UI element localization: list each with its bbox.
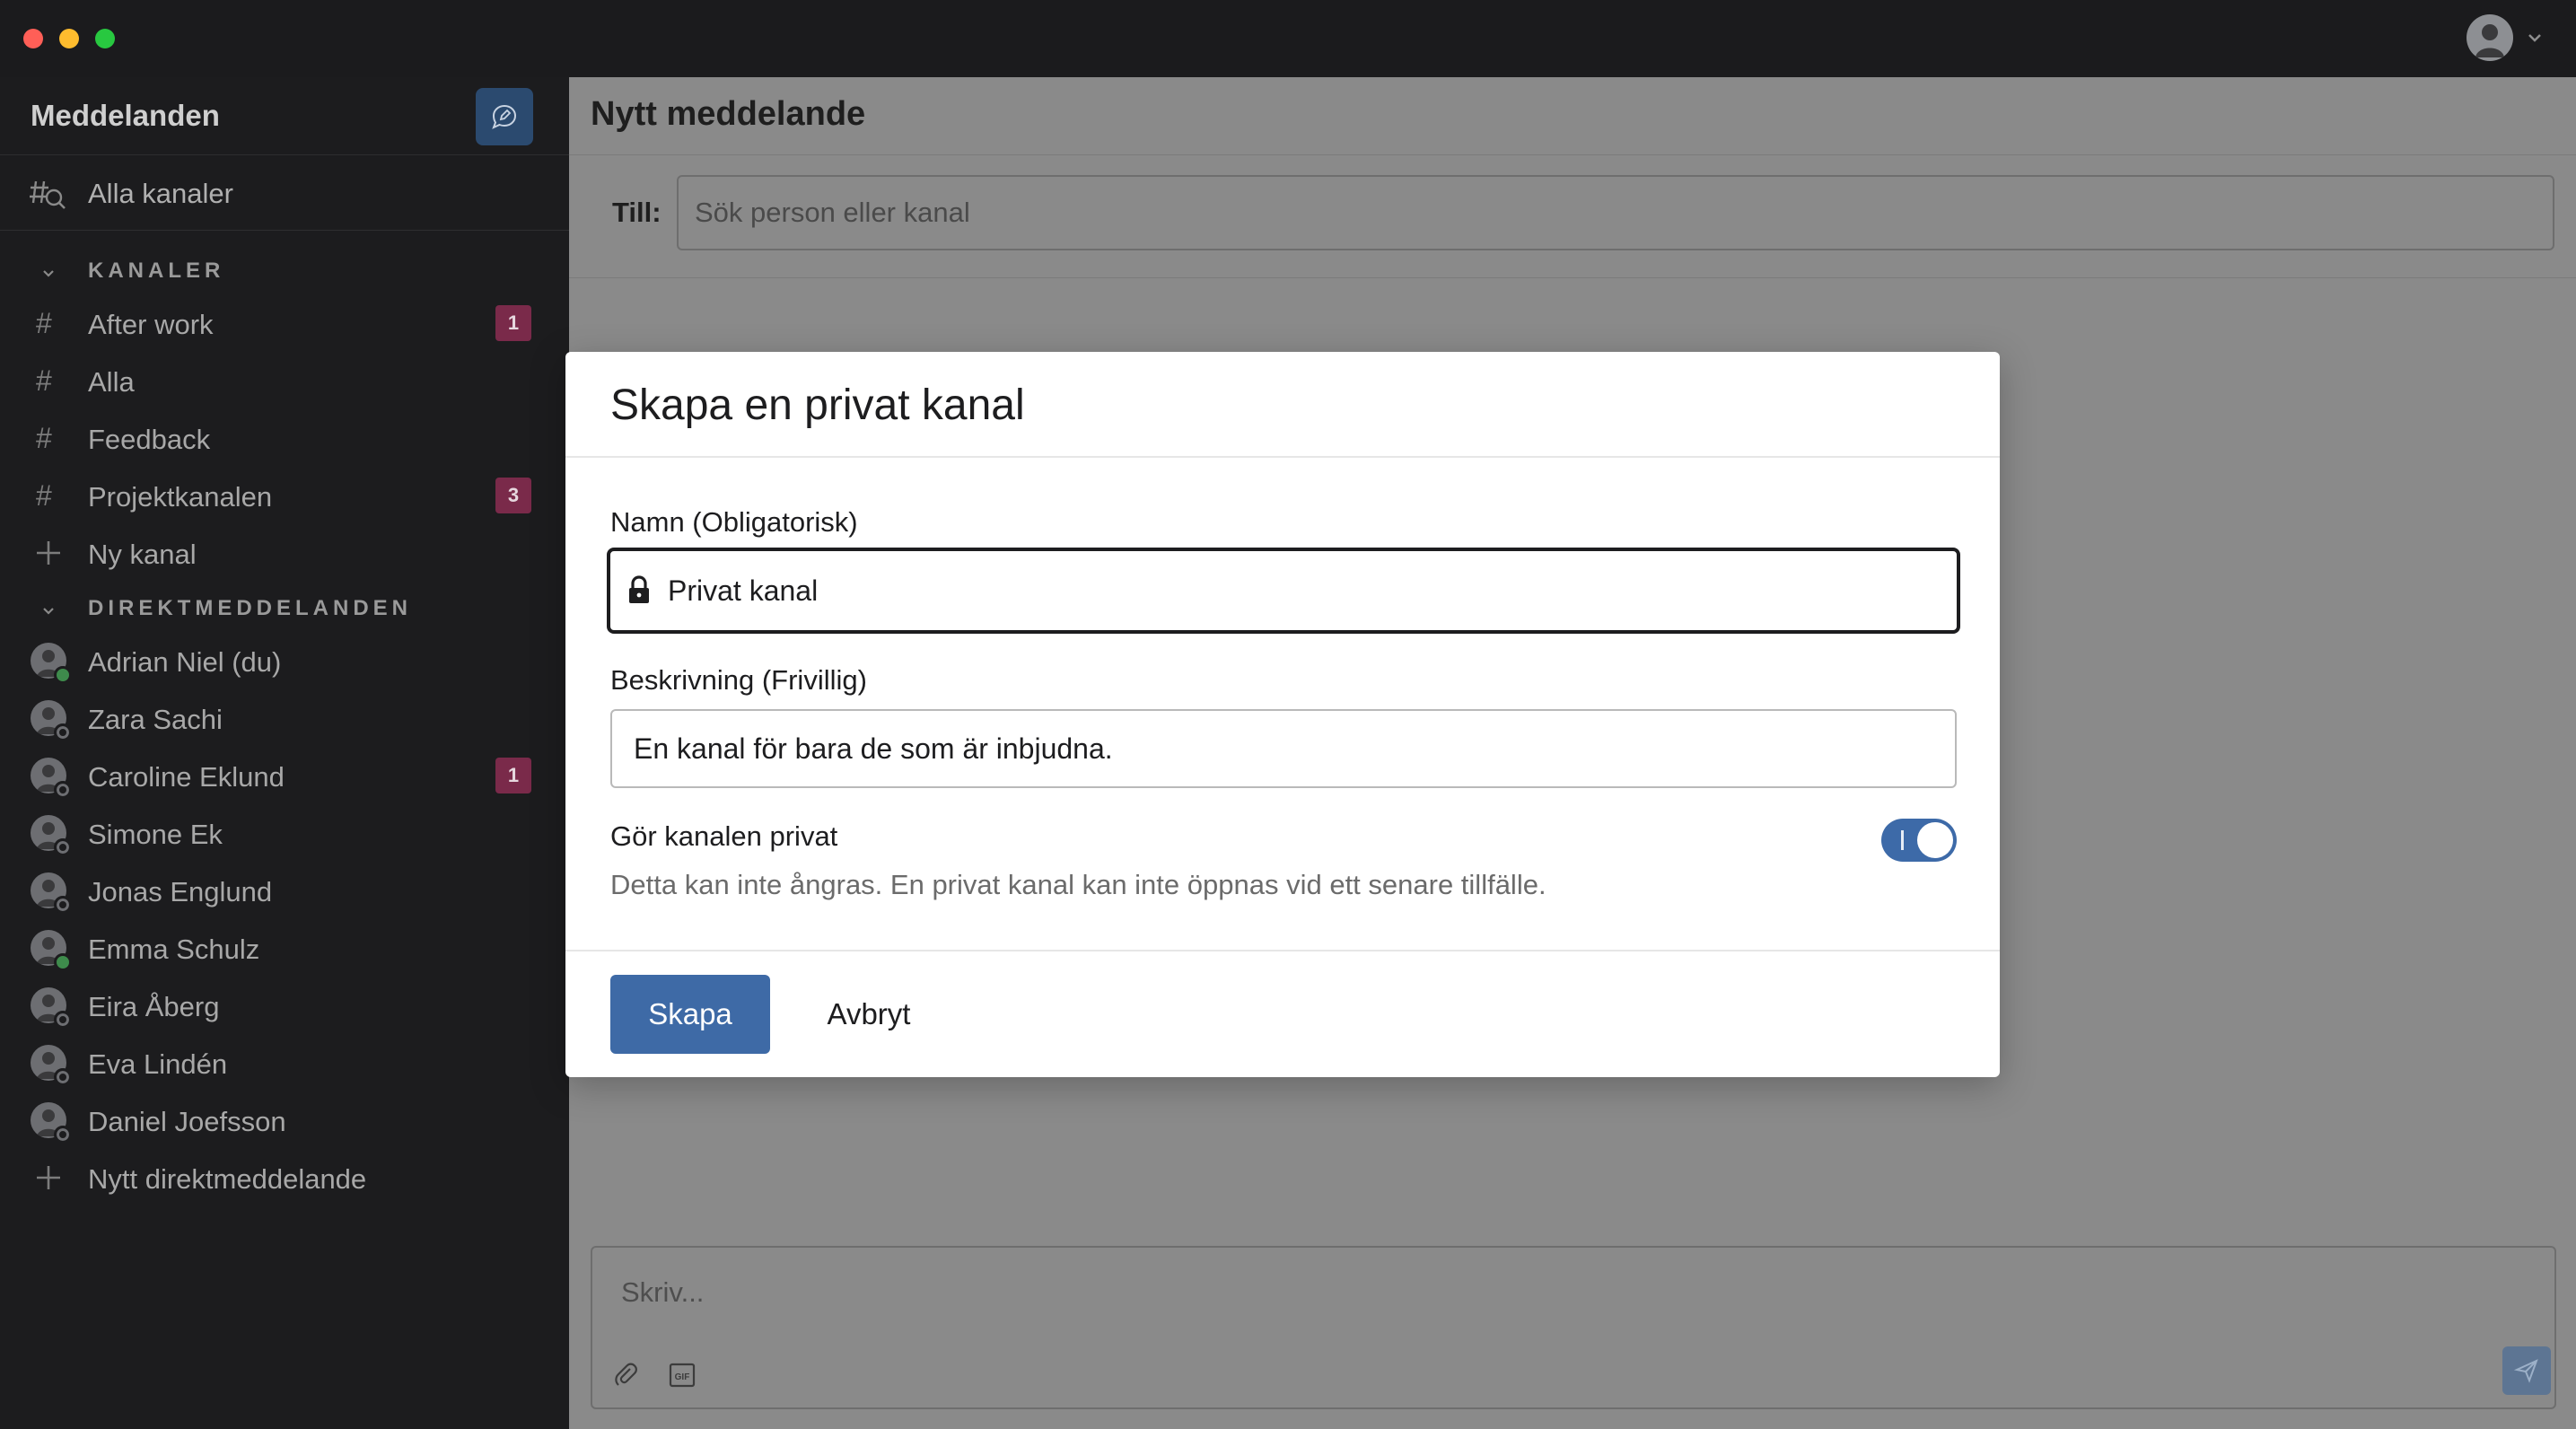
dialog-footer-divider bbox=[565, 950, 2000, 951]
status-indicator bbox=[54, 666, 72, 684]
dm-heading: DIREKTMEDDELANDEN bbox=[88, 596, 412, 620]
dm-label: Emma Schulz bbox=[88, 934, 260, 965]
hash-icon: # bbox=[36, 364, 52, 397]
composer-placeholder: Skriv... bbox=[621, 1276, 705, 1308]
compose-icon bbox=[492, 104, 517, 129]
page-title: Nytt meddelande bbox=[591, 95, 866, 133]
sidebar: Meddelanden Alla kanaler KANALER # After… bbox=[0, 77, 569, 1429]
new-channel-button[interactable]: Ny kanal bbox=[0, 524, 569, 582]
channel-name-field[interactable]: Privat kanal bbox=[607, 548, 1960, 634]
dm-item[interactable]: Eira Åberg bbox=[0, 977, 569, 1034]
sidebar-header: Meddelanden bbox=[0, 77, 569, 155]
status-indicator bbox=[54, 1068, 72, 1086]
channel-name-value: Privat kanal bbox=[668, 574, 819, 607]
hash-icon: # bbox=[36, 307, 52, 339]
close-window-button[interactable] bbox=[23, 29, 43, 48]
dm-label: Simone Ek bbox=[88, 819, 223, 850]
dialog-header: Skapa en privat kanal bbox=[565, 352, 2000, 458]
maximize-window-button[interactable] bbox=[95, 29, 115, 48]
private-help-text: Detta kan inte ångras. En privat kanal k… bbox=[610, 869, 1546, 900]
channel-item[interactable]: # After work 1 bbox=[0, 294, 569, 352]
create-button[interactable]: Skapa bbox=[610, 975, 770, 1054]
channel-search-icon bbox=[30, 180, 66, 209]
lock-icon bbox=[629, 575, 649, 603]
hash-icon: # bbox=[36, 479, 52, 512]
compose-button[interactable] bbox=[476, 88, 533, 145]
dm-item[interactable]: Daniel Joefsson bbox=[0, 1091, 569, 1149]
dm-label: Caroline Eklund bbox=[88, 761, 285, 793]
send-button[interactable] bbox=[2502, 1346, 2551, 1395]
dm-item[interactable]: Emma Schulz bbox=[0, 919, 569, 977]
unread-badge: 3 bbox=[495, 478, 531, 513]
dialog-title: Skapa en privat kanal bbox=[610, 381, 1025, 429]
minimize-window-button[interactable] bbox=[59, 29, 79, 48]
recipient-label: Till: bbox=[612, 197, 662, 228]
status-indicator bbox=[54, 1011, 72, 1029]
dm-label: Jonas Englund bbox=[88, 876, 273, 907]
unread-badge: 1 bbox=[495, 305, 531, 341]
channel-item[interactable]: # Feedback bbox=[0, 409, 569, 467]
new-channel-label: Ny kanal bbox=[88, 539, 197, 570]
dm-section-header[interactable]: DIREKTMEDDELANDEN bbox=[0, 591, 569, 627]
dm-item[interactable]: Jonas Englund bbox=[0, 862, 569, 919]
channel-label: Alla bbox=[88, 366, 135, 398]
dm-label: Adrian Niel (du) bbox=[88, 646, 282, 678]
private-toggle[interactable] bbox=[1881, 819, 1957, 862]
recipient-row: Till: Sök person eller kanal bbox=[569, 155, 2576, 278]
channels-heading: KANALER bbox=[88, 259, 225, 283]
create-private-channel-dialog: Skapa en privat kanal Namn (Obligatorisk… bbox=[565, 352, 2000, 1077]
toggle-on-mark bbox=[1901, 830, 1904, 850]
channel-label: After work bbox=[88, 309, 214, 340]
unread-badge: 1 bbox=[495, 758, 531, 793]
main-header: Nytt meddelande bbox=[569, 77, 2576, 155]
sidebar-title: Meddelanden bbox=[31, 99, 220, 132]
dm-item[interactable]: Adrian Niel (du) bbox=[0, 632, 569, 689]
channel-item[interactable]: # Alla bbox=[0, 352, 569, 409]
status-indicator bbox=[54, 1126, 72, 1144]
plus-icon bbox=[37, 1166, 60, 1189]
hash-icon: # bbox=[36, 422, 52, 454]
all-channels-label: Alla kanaler bbox=[88, 178, 233, 209]
all-channels-link[interactable]: Alla kanaler bbox=[0, 154, 569, 231]
channels-section-header[interactable]: KANALER bbox=[0, 253, 569, 289]
paperclip-icon[interactable] bbox=[612, 1361, 641, 1390]
dm-item[interactable]: Simone Ek bbox=[0, 804, 569, 862]
channel-label: Feedback bbox=[88, 424, 211, 455]
channel-label: Projektkanalen bbox=[88, 481, 273, 513]
svg-text:GIF: GIF bbox=[675, 1372, 690, 1382]
chevron-down-icon[interactable] bbox=[2524, 27, 2545, 48]
chevron-down-icon bbox=[43, 270, 54, 277]
gif-icon[interactable]: GIF bbox=[668, 1361, 697, 1390]
status-indicator bbox=[54, 953, 72, 971]
channel-description-field[interactable]: En kanal för bara de som är inbjudna. bbox=[610, 709, 1957, 788]
user-avatar[interactable] bbox=[2466, 14, 2513, 61]
send-icon bbox=[2514, 1359, 2538, 1383]
status-indicator bbox=[54, 781, 72, 799]
message-composer[interactable]: Skriv... GIF bbox=[591, 1246, 2556, 1409]
name-field-label: Namn (Obligatorisk) bbox=[610, 506, 858, 538]
dm-label: Daniel Joefsson bbox=[88, 1106, 286, 1137]
status-indicator bbox=[54, 838, 72, 856]
recipient-search-input[interactable]: Sök person eller kanal bbox=[677, 175, 2554, 250]
toggle-knob bbox=[1917, 822, 1953, 858]
description-field-label: Beskrivning (Frivillig) bbox=[610, 664, 867, 696]
new-dm-label: Nytt direktmeddelande bbox=[88, 1163, 367, 1195]
status-indicator bbox=[54, 896, 72, 914]
plus-icon bbox=[37, 541, 60, 565]
window-titlebar bbox=[0, 0, 2576, 78]
channel-item[interactable]: # Projektkanalen 3 bbox=[0, 467, 569, 524]
channel-description-value: En kanal för bara de som är inbjudna. bbox=[634, 732, 1113, 765]
status-indicator bbox=[54, 723, 72, 741]
chevron-down-icon bbox=[43, 608, 54, 615]
dm-item[interactable]: Caroline Eklund 1 bbox=[0, 747, 569, 804]
dm-label: Zara Sachi bbox=[88, 704, 223, 735]
private-toggle-label: Gör kanalen privat bbox=[610, 820, 838, 852]
dm-label: Eira Åberg bbox=[88, 991, 220, 1022]
dm-label: Eva Lindén bbox=[88, 1048, 228, 1080]
dm-item[interactable]: Eva Lindén bbox=[0, 1034, 569, 1091]
dm-item[interactable]: Zara Sachi bbox=[0, 689, 569, 747]
new-dm-button[interactable]: Nytt direktmeddelande bbox=[0, 1149, 569, 1206]
cancel-button[interactable]: Avbryt bbox=[806, 975, 932, 1054]
